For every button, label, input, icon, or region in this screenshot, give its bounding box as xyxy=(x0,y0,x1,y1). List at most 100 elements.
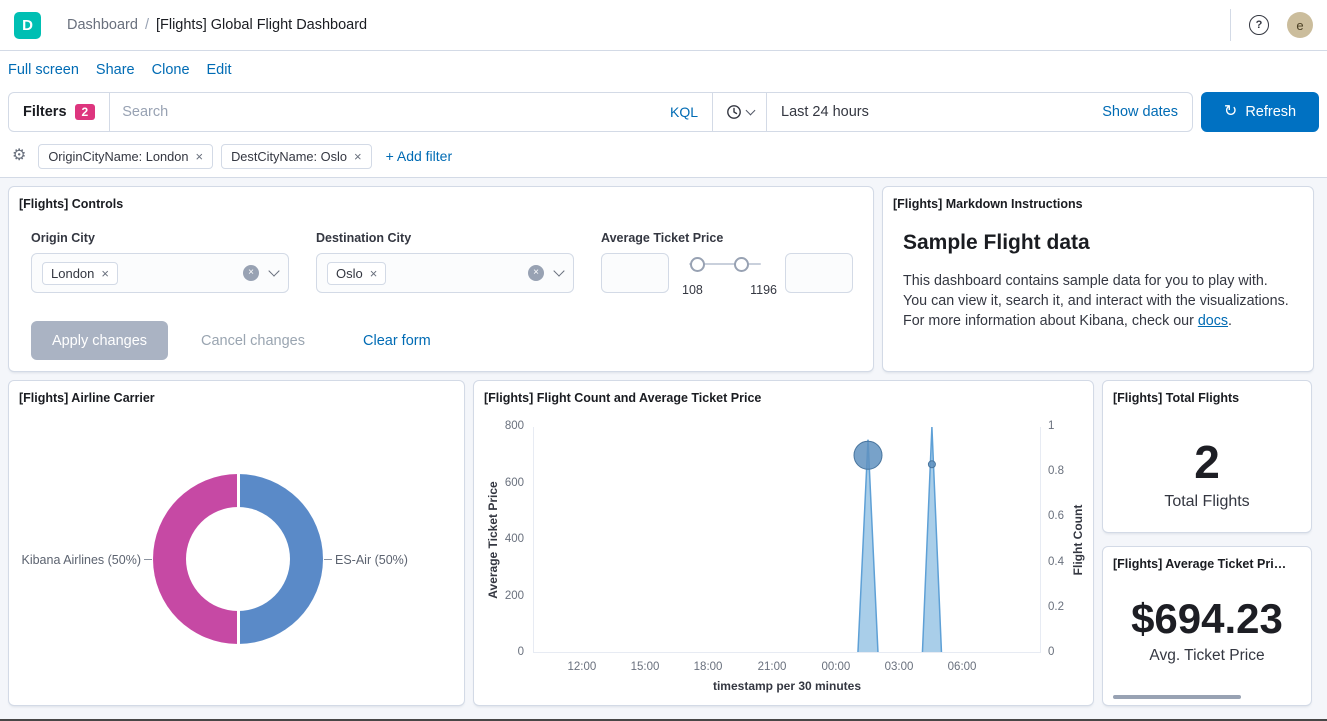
price-min-input[interactable] xyxy=(601,253,669,293)
clone-link[interactable]: Clone xyxy=(152,62,190,78)
breadcrumb-dashboard[interactable]: Dashboard xyxy=(67,17,138,33)
panel-title: [Flights] Total Flights xyxy=(1113,391,1301,405)
origin-city-control: Origin City London × × xyxy=(31,231,289,293)
refresh-icon: ↻ xyxy=(1224,104,1237,120)
search-input[interactable] xyxy=(110,104,656,120)
chevron-down-icon[interactable] xyxy=(268,265,279,276)
breadcrumb-current: [Flights] Global Flight Dashboard xyxy=(156,17,367,33)
query-bar: Filters 2 KQL Last 24 hours Show dates ↻… xyxy=(0,89,1327,135)
panel-title: [Flights] Airline Carrier xyxy=(19,391,454,405)
markdown-instructions-panel: [Flights] Markdown Instructions Sample F… xyxy=(882,186,1314,372)
user-avatar[interactable]: e xyxy=(1287,12,1313,38)
markdown-text: . xyxy=(1228,313,1232,329)
line-series xyxy=(534,427,1041,653)
avg-ticket-price-value: $694.23 xyxy=(1103,595,1311,643)
axis-tick-label: 0.2 xyxy=(1048,600,1064,615)
data-point[interactable] xyxy=(928,461,935,468)
filter-pill-destination[interactable]: DestCityName: Oslo × xyxy=(221,144,372,169)
axis-tick-label: 03:00 xyxy=(874,660,924,675)
panel-title: [Flights] Markdown Instructions xyxy=(893,197,1303,211)
slider-handle-max[interactable] xyxy=(734,257,749,272)
add-filter-button[interactable]: + Add filter xyxy=(386,148,453,164)
time-picker-button[interactable] xyxy=(712,93,766,131)
axis-tick-label: 800 xyxy=(482,419,524,434)
pie-leader-line xyxy=(324,559,332,560)
chevron-down-icon xyxy=(745,106,755,116)
clock-icon xyxy=(726,104,742,120)
refresh-button[interactable]: ↻ Refresh xyxy=(1201,92,1319,132)
full-screen-link[interactable]: Full screen xyxy=(8,62,79,78)
panel-title: [Flights] Controls xyxy=(19,197,863,211)
search-group: Filters 2 KQL Last 24 hours Show dates xyxy=(8,92,1193,132)
flight-count-panel: [Flights] Flight Count and Average Ticke… xyxy=(473,380,1094,706)
remove-filter-icon[interactable]: × xyxy=(354,150,362,163)
pie-label-es-air: ES-Air (50%) xyxy=(335,553,408,567)
chevron-down-icon[interactable] xyxy=(553,265,564,276)
axis-tick-label: 15:00 xyxy=(620,660,670,675)
remove-filter-icon[interactable]: × xyxy=(195,150,203,163)
total-flights-panel: [Flights] Total Flights 2 Total Flights xyxy=(1102,380,1312,533)
origin-city-combobox[interactable]: London × × xyxy=(31,253,289,293)
filter-pill-label: DestCityName: Oslo xyxy=(231,149,347,164)
panel-scrollbar[interactable] xyxy=(1113,695,1241,699)
axis-tick-label: 0.8 xyxy=(1048,464,1064,479)
header-divider xyxy=(1230,9,1231,41)
filter-settings-gear-icon[interactable]: ⚙ xyxy=(12,148,26,164)
edit-link[interactable]: Edit xyxy=(207,62,232,78)
price-min-value: 108 xyxy=(682,283,703,297)
axis-tick-label: 00:00 xyxy=(811,660,861,675)
destination-city-combobox[interactable]: Oslo × × xyxy=(316,253,574,293)
total-flights-label: Total Flights xyxy=(1103,493,1311,511)
docs-link[interactable]: docs xyxy=(1198,313,1228,329)
x-axis-title: timestamp per 30 minutes xyxy=(533,679,1041,693)
filter-pill-origin[interactable]: OriginCityName: London × xyxy=(38,144,213,169)
control-label: Origin City xyxy=(31,231,289,247)
axis-tick-label: 400 xyxy=(482,532,524,547)
top-bar: D Dashboard / [Flights] Global Flight Da… xyxy=(0,0,1327,51)
selected-option-pill[interactable]: London × xyxy=(42,262,118,285)
control-label: Destination City xyxy=(316,231,574,247)
pie-leader-line xyxy=(144,559,152,560)
axis-tick-label: 12:00 xyxy=(557,660,607,675)
kibana-logo[interactable]: D xyxy=(14,12,41,39)
combobox-icons: × xyxy=(528,265,563,281)
avg-ticket-price-label: Avg. Ticket Price xyxy=(1103,647,1311,665)
price-range-slider[interactable]: 108 1196 xyxy=(689,253,761,297)
dashboard-action-links: Full screen Share Clone Edit xyxy=(0,51,1327,89)
remove-option-icon[interactable]: × xyxy=(101,267,109,280)
total-flights-value: 2 xyxy=(1103,437,1311,487)
top-bar-right: ? e xyxy=(1230,9,1313,41)
time-range-value[interactable]: Last 24 hours xyxy=(781,104,869,120)
axis-tick-label: 0.6 xyxy=(1048,509,1064,524)
share-link[interactable]: Share xyxy=(96,62,135,78)
filters-count-badge: 2 xyxy=(75,104,96,120)
time-range-section: Last 24 hours Show dates xyxy=(766,93,1192,131)
markdown-paragraph: This dashboard contains sample data for … xyxy=(903,271,1291,331)
clear-selection-icon[interactable]: × xyxy=(528,265,544,281)
price-range-control: Average Ticket Price 108 1196 xyxy=(601,231,853,297)
avatar-initial: e xyxy=(1296,18,1303,33)
kql-button[interactable]: KQL xyxy=(656,104,712,120)
help-icon[interactable]: ? xyxy=(1249,15,1269,35)
selected-option-pill[interactable]: Oslo × xyxy=(327,262,386,285)
data-point[interactable] xyxy=(854,441,882,469)
flight-chart: Average Ticket Price Flight Count timest… xyxy=(482,415,1087,699)
airline-donut[interactable] xyxy=(153,474,323,644)
axis-tick-label: 200 xyxy=(482,589,524,604)
area-series xyxy=(534,427,1041,653)
avg-ticket-price-panel: [Flights] Average Ticket Pri… $694.23 Av… xyxy=(1102,546,1312,706)
filters-toggle-button[interactable]: Filters 2 xyxy=(9,93,110,131)
cancel-changes-button[interactable]: Cancel changes xyxy=(201,321,305,360)
controls-panel: [Flights] Controls Origin City London × … xyxy=(8,186,874,372)
flight-chart-plot[interactable] xyxy=(533,427,1041,653)
remove-option-icon[interactable]: × xyxy=(370,267,378,280)
price-max-input[interactable] xyxy=(785,253,853,293)
slider-handle-min[interactable] xyxy=(690,257,705,272)
y-axis-right-title: Flight Count xyxy=(1071,505,1085,576)
show-dates-button[interactable]: Show dates xyxy=(1102,104,1178,120)
clear-form-button[interactable]: Clear form xyxy=(363,321,431,360)
donut-hole xyxy=(186,507,290,611)
apply-changes-button[interactable]: Apply changes xyxy=(31,321,168,360)
clear-selection-icon[interactable]: × xyxy=(243,265,259,281)
axis-tick-label: 600 xyxy=(482,476,524,491)
